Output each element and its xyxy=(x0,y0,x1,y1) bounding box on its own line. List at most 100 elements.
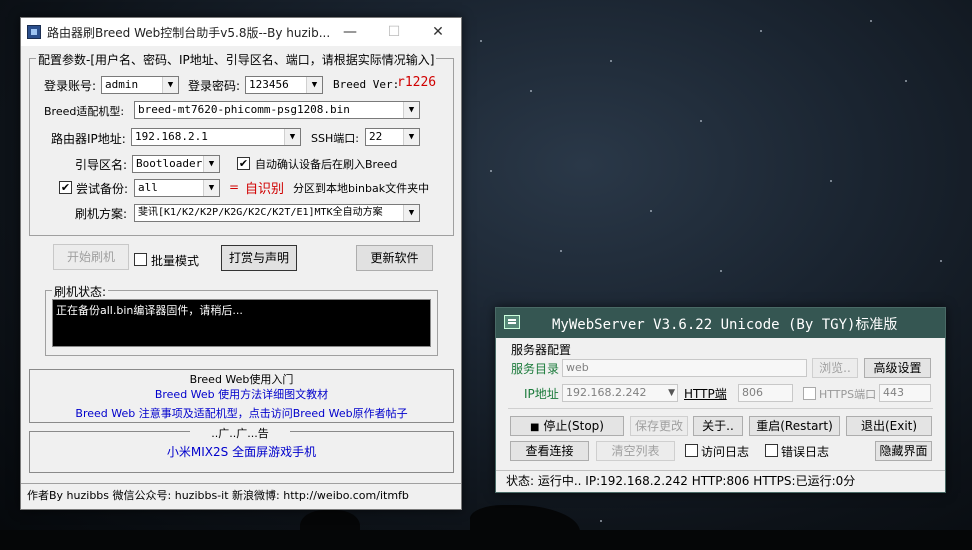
http-port-field[interactable]: 806 xyxy=(738,384,793,402)
service-dir-value: web xyxy=(566,361,589,374)
boot-partition-combo[interactable]: Bootloader ▼ xyxy=(132,155,220,173)
login-account-value: admin xyxy=(105,78,139,91)
http-port-value: 806 xyxy=(742,386,763,399)
divider xyxy=(508,408,933,409)
server-config-section-label: 服务器配置 xyxy=(511,343,572,357)
reward-statement-button[interactable]: 打赏与声明 xyxy=(221,245,297,271)
server-status-bar: 状态: 运行中.. IP:192.168.2.242 HTTP:806 HTTP… xyxy=(496,470,945,492)
login-account-combo[interactable]: admin ▼ xyxy=(101,76,179,94)
flash-status-console: 正在备份all.bin编译器固件，请稍后... xyxy=(52,299,431,347)
window-title: 路由器刷Breed Web控制台助手v5.8版--By huzib... xyxy=(47,26,331,40)
mywebserver-window: MyWebServer V3.6.22 Unicode (By TGY)标准版 … xyxy=(495,307,946,493)
error-log-checkbox[interactable] xyxy=(765,444,778,457)
breed-model-combo[interactable]: breed-mt7620-phicomm-psg1208.bin ▼ xyxy=(134,101,420,119)
backup-target-value: all xyxy=(138,181,158,194)
auto-identify-text: 自识别 xyxy=(245,182,285,197)
breed-ver-label: Breed Ver: xyxy=(333,78,400,91)
chevron-down-icon: ▼ xyxy=(284,129,300,145)
ssh-port-label: SSH端口: xyxy=(311,132,359,145)
auto-confirm-checkbox[interactable]: ✔ xyxy=(237,157,250,170)
ip-label: IP地址 xyxy=(524,387,559,401)
breed-model-label: Breed适配机型: xyxy=(44,105,125,118)
login-account-label: 登录账号: xyxy=(44,79,97,93)
titlebar: MyWebServer V3.6.22 Unicode (By TGY)标准版 xyxy=(496,308,945,338)
flash-status-label: 刷机状态: xyxy=(52,283,109,300)
flash-scheme-value: 斐讯[K1/K2/K2P/K2G/K2C/K2T/E1]MTK全自动方案 xyxy=(138,207,383,218)
router-ip-value: 192.168.2.1 xyxy=(135,130,208,143)
access-log-checkbox[interactable] xyxy=(685,444,698,457)
ads-panel: ..广..广...告 小米MIX2S 全面屏游戏手机 xyxy=(29,425,454,473)
flash-scheme-label: 刷机方案: xyxy=(75,207,128,221)
config-group-label: 配置参数-[用户名、密码、IP地址、引导区名、端口，请根据实际情况输入] xyxy=(36,51,437,68)
try-backup-label: 尝试备份: xyxy=(76,182,129,196)
about-button[interactable]: 关于.. xyxy=(693,416,743,436)
breed-ver-value: r1226 xyxy=(397,75,437,90)
advanced-settings-button[interactable]: 高级设置 xyxy=(864,358,931,378)
window-title: MyWebServer V3.6.22 Unicode (By TGY)标准版 xyxy=(552,317,898,333)
backup-destination-text: 分区到本地binbak文件夹中 xyxy=(293,182,430,195)
intro-link-original-post[interactable]: Breed Web 注意事项及适配机型，点击访问Breed Web原作者帖子 xyxy=(30,405,453,421)
view-connections-button[interactable]: 查看连接 xyxy=(510,441,589,461)
close-button[interactable]: ✕ xyxy=(417,20,459,44)
https-port-label: HTTPS端口 xyxy=(819,388,877,401)
chevron-down-icon: ▼ xyxy=(403,129,419,145)
batch-mode-checkbox[interactable] xyxy=(134,253,147,266)
hide-interface-button[interactable]: 隐藏界面 xyxy=(875,441,932,461)
try-backup-checkbox[interactable]: ✔ xyxy=(59,181,72,194)
router-ip-combo[interactable]: 192.168.2.1 ▼ xyxy=(131,128,301,146)
ads-title: ..广..广...告 xyxy=(190,425,290,441)
stop-button[interactable]: ■ 停止(Stop) xyxy=(510,416,624,436)
ads-link[interactable]: 小米MIX2S 全面屏游戏手机 xyxy=(30,443,453,460)
ssh-port-combo[interactable]: 22 ▼ xyxy=(365,128,420,146)
minimize-button[interactable]: — xyxy=(329,20,371,44)
chevron-down-icon: ▼ xyxy=(403,205,419,221)
exit-button[interactable]: 退出(Exit) xyxy=(846,416,932,436)
intro-link-tutorial[interactable]: Breed Web 使用方法详细图文教材 xyxy=(30,386,453,402)
chevron-down-icon: ▼ xyxy=(668,388,675,398)
save-changes-button[interactable]: 保存更改 xyxy=(630,416,688,436)
boot-partition-label: 引导区名: xyxy=(75,158,128,172)
chevron-down-icon: ▼ xyxy=(403,102,419,118)
https-port-value: 443 xyxy=(883,386,904,399)
maximize-button[interactable]: ☐ xyxy=(373,20,415,44)
ip-combo[interactable]: 192.168.2.242 ▼ xyxy=(562,384,678,402)
clear-list-button[interactable]: 清空列表 xyxy=(596,441,675,461)
login-password-combo[interactable]: 123456 ▼ xyxy=(245,76,323,94)
service-dir-label: 服务目录 xyxy=(511,362,560,376)
intro-title: Breed Web使用入门 xyxy=(189,373,294,386)
access-log-label: 访问日志 xyxy=(701,445,750,459)
breed-helper-window: 路由器刷Breed Web控制台助手v5.8版--By huzib... — ☐… xyxy=(20,17,462,510)
author-status-bar: 作者By huzibbs 微信公众号: huzibbs-it 新浪微博: htt… xyxy=(21,483,461,509)
flash-scheme-combo[interactable]: 斐讯[K1/K2/K2P/K2G/K2C/K2T/E1]MTK全自动方案 ▼ xyxy=(134,204,420,222)
equals-sign: = xyxy=(229,180,240,194)
http-port-label: HTTP端 xyxy=(684,387,727,401)
app-icon xyxy=(27,25,41,39)
chevron-down-icon: ▼ xyxy=(306,77,322,93)
chevron-down-icon: ▼ xyxy=(203,156,219,172)
start-flash-button[interactable]: 开始刷机 xyxy=(53,244,129,270)
boot-partition-value: Bootloader xyxy=(136,157,203,170)
stop-icon: ■ xyxy=(530,422,540,433)
service-dir-field[interactable]: web xyxy=(562,359,807,377)
ssh-port-value: 22 xyxy=(369,130,383,143)
backup-target-combo[interactable]: all ▼ xyxy=(134,179,220,197)
error-log-label: 错误日志 xyxy=(781,445,830,459)
https-port-field[interactable]: 443 xyxy=(879,384,931,402)
chevron-down-icon: ▼ xyxy=(203,180,219,196)
auto-confirm-label: 自动确认设备后在刷入Breed xyxy=(255,158,398,171)
intro-panel: Breed Web使用入门 Breed Web 使用方法详细图文教材 Breed… xyxy=(29,369,454,423)
https-checkbox[interactable] xyxy=(803,387,816,400)
breed-model-value: breed-mt7620-phicomm-psg1208.bin xyxy=(138,103,350,116)
browse-button[interactable]: 浏览.. xyxy=(812,358,858,378)
flash-status-text: 正在备份all.bin编译器固件，请稍后... xyxy=(56,304,243,317)
batch-mode-label: 批量模式 xyxy=(151,254,200,268)
chevron-down-icon: ▼ xyxy=(162,77,178,93)
update-software-button[interactable]: 更新软件 xyxy=(356,245,433,271)
ip-value: 192.168.2.242 xyxy=(566,386,647,399)
titlebar: 路由器刷Breed Web控制台助手v5.8版--By huzib... — ☐… xyxy=(21,18,461,46)
login-password-value: 123456 xyxy=(249,78,289,91)
login-password-label: 登录密码: xyxy=(188,79,241,93)
stop-label: 停止(Stop) xyxy=(543,419,604,433)
router-ip-label: 路由器IP地址: xyxy=(51,132,126,146)
restart-button[interactable]: 重启(Restart) xyxy=(749,416,840,436)
